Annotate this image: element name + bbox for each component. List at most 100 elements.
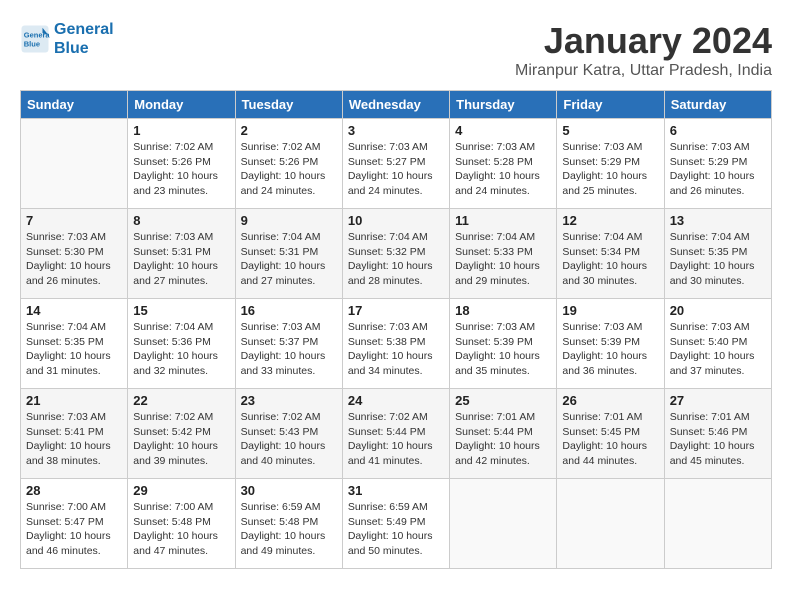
calendar-cell: 24 Sunrise: 7:02 AM Sunset: 5:44 PM Dayli… (342, 389, 449, 479)
day-number: 31 (348, 483, 444, 498)
day-detail: Sunrise: 7:01 AM Sunset: 5:46 PM Dayligh… (670, 410, 766, 469)
logo-icon: General Blue (20, 24, 50, 54)
weekday-header: Monday (128, 91, 235, 119)
day-detail: Sunrise: 7:02 AM Sunset: 5:43 PM Dayligh… (241, 410, 337, 469)
calendar-week-row: 14Sunrise: 7:04 AM Sunset: 5:35 PM Dayli… (21, 299, 772, 389)
calendar-cell: 25 Sunrise: 7:01 AM Sunset: 5:44 PM Dayli… (450, 389, 557, 479)
calendar-cell: 21 Sunrise: 7:03 AM Sunset: 5:41 PM Dayli… (21, 389, 128, 479)
page-header: General Blue General Blue January 2024 M… (20, 20, 772, 80)
calendar-cell: 31 Sunrise: 6:59 AM Sunset: 5:49 PM Dayli… (342, 479, 449, 569)
calendar-week-row: 1 Sunrise: 7:02 AM Sunset: 5:26 PM Daylig… (21, 119, 772, 209)
day-detail: Sunrise: 7:04 AM Sunset: 5:32 PM Dayligh… (348, 230, 444, 289)
day-number: 26 (562, 393, 658, 408)
day-detail: Sunrise: 7:03 AM Sunset: 5:39 PM Dayligh… (455, 320, 551, 379)
calendar-cell (21, 119, 128, 209)
weekday-header: Sunday (21, 91, 128, 119)
calendar-cell: 19Sunrise: 7:03 AM Sunset: 5:39 PM Dayli… (557, 299, 664, 389)
calendar-cell (664, 479, 771, 569)
day-detail: Sunrise: 7:04 AM Sunset: 5:35 PM Dayligh… (670, 230, 766, 289)
calendar-cell: 29Sunrise: 7:00 AM Sunset: 5:48 PM Dayli… (128, 479, 235, 569)
day-number: 30 (241, 483, 337, 498)
day-detail: Sunrise: 7:03 AM Sunset: 5:41 PM Dayligh… (26, 410, 122, 469)
calendar-cell: 18 Sunrise: 7:03 AM Sunset: 5:39 PM Dayli… (450, 299, 557, 389)
calendar-cell: 11 Sunrise: 7:04 AM Sunset: 5:33 PM Dayli… (450, 209, 557, 299)
calendar-cell: 3 Sunrise: 7:03 AM Sunset: 5:27 PM Daylig… (342, 119, 449, 209)
calendar-table: SundayMondayTuesdayWednesdayThursdayFrid… (20, 90, 772, 569)
day-number: 14 (26, 303, 122, 318)
day-number: 23 (241, 393, 337, 408)
calendar-cell: 7 Sunrise: 7:03 AM Sunset: 5:30 PM Daylig… (21, 209, 128, 299)
day-number: 11 (455, 213, 551, 228)
day-number: 2 (241, 123, 337, 138)
day-number: 22 (133, 393, 229, 408)
calendar-cell: 6Sunrise: 7:03 AM Sunset: 5:29 PM Daylig… (664, 119, 771, 209)
calendar-week-row: 21 Sunrise: 7:03 AM Sunset: 5:41 PM Dayli… (21, 389, 772, 479)
day-number: 17 (348, 303, 444, 318)
calendar-week-row: 28 Sunrise: 7:00 AM Sunset: 5:47 PM Dayli… (21, 479, 772, 569)
day-number: 13 (670, 213, 766, 228)
day-number: 4 (455, 123, 551, 138)
day-detail: Sunrise: 7:01 AM Sunset: 5:44 PM Dayligh… (455, 410, 551, 469)
calendar-cell: 14Sunrise: 7:04 AM Sunset: 5:35 PM Dayli… (21, 299, 128, 389)
title-area: January 2024 Miranpur Katra, Uttar Prade… (515, 20, 772, 80)
day-detail: Sunrise: 7:03 AM Sunset: 5:27 PM Dayligh… (348, 140, 444, 199)
day-detail: Sunrise: 7:03 AM Sunset: 5:38 PM Dayligh… (348, 320, 444, 379)
day-detail: Sunrise: 7:03 AM Sunset: 5:30 PM Dayligh… (26, 230, 122, 289)
day-number: 20 (670, 303, 766, 318)
day-number: 3 (348, 123, 444, 138)
calendar-cell: 26Sunrise: 7:01 AM Sunset: 5:45 PM Dayli… (557, 389, 664, 479)
day-number: 12 (562, 213, 658, 228)
day-number: 10 (348, 213, 444, 228)
day-number: 5 (562, 123, 658, 138)
calendar-cell: 12 Sunrise: 7:04 AM Sunset: 5:34 PM Dayli… (557, 209, 664, 299)
day-number: 18 (455, 303, 551, 318)
calendar-cell: 23 Sunrise: 7:02 AM Sunset: 5:43 PM Dayli… (235, 389, 342, 479)
day-detail: Sunrise: 7:03 AM Sunset: 5:39 PM Dayligh… (562, 320, 658, 379)
weekday-header: Thursday (450, 91, 557, 119)
day-detail: Sunrise: 7:04 AM Sunset: 5:33 PM Dayligh… (455, 230, 551, 289)
day-detail: Sunrise: 7:00 AM Sunset: 5:47 PM Dayligh… (26, 500, 122, 559)
day-detail: Sunrise: 6:59 AM Sunset: 5:49 PM Dayligh… (348, 500, 444, 559)
calendar-title: January 2024 (515, 20, 772, 62)
day-detail: Sunrise: 7:03 AM Sunset: 5:40 PM Dayligh… (670, 320, 766, 379)
day-detail: Sunrise: 7:03 AM Sunset: 5:28 PM Dayligh… (455, 140, 551, 199)
weekday-header: Saturday (664, 91, 771, 119)
day-number: 9 (241, 213, 337, 228)
day-detail: Sunrise: 6:59 AM Sunset: 5:48 PM Dayligh… (241, 500, 337, 559)
day-detail: Sunrise: 7:02 AM Sunset: 5:44 PM Dayligh… (348, 410, 444, 469)
calendar-cell: 9Sunrise: 7:04 AM Sunset: 5:31 PM Daylig… (235, 209, 342, 299)
calendar-cell: 8Sunrise: 7:03 AM Sunset: 5:31 PM Daylig… (128, 209, 235, 299)
calendar-cell: 10 Sunrise: 7:04 AM Sunset: 5:32 PM Dayli… (342, 209, 449, 299)
calendar-cell: 1 Sunrise: 7:02 AM Sunset: 5:26 PM Daylig… (128, 119, 235, 209)
calendar-subtitle: Miranpur Katra, Uttar Pradesh, India (515, 62, 772, 80)
calendar-cell: 20 Sunrise: 7:03 AM Sunset: 5:40 PM Dayli… (664, 299, 771, 389)
day-number: 21 (26, 393, 122, 408)
day-detail: Sunrise: 7:02 AM Sunset: 5:42 PM Dayligh… (133, 410, 229, 469)
calendar-cell (557, 479, 664, 569)
calendar-week-row: 7 Sunrise: 7:03 AM Sunset: 5:30 PM Daylig… (21, 209, 772, 299)
logo: General Blue General Blue (20, 20, 114, 58)
weekday-header-row: SundayMondayTuesdayWednesdayThursdayFrid… (21, 91, 772, 119)
day-detail: Sunrise: 7:03 AM Sunset: 5:31 PM Dayligh… (133, 230, 229, 289)
calendar-cell: 2Sunrise: 7:02 AM Sunset: 5:26 PM Daylig… (235, 119, 342, 209)
day-detail: Sunrise: 7:04 AM Sunset: 5:36 PM Dayligh… (133, 320, 229, 379)
calendar-cell: 30 Sunrise: 6:59 AM Sunset: 5:48 PM Dayli… (235, 479, 342, 569)
day-detail: Sunrise: 7:04 AM Sunset: 5:34 PM Dayligh… (562, 230, 658, 289)
logo-line2: Blue (54, 39, 114, 58)
svg-text:Blue: Blue (24, 40, 40, 49)
day-detail: Sunrise: 7:03 AM Sunset: 5:29 PM Dayligh… (670, 140, 766, 199)
calendar-cell: 27Sunrise: 7:01 AM Sunset: 5:46 PM Dayli… (664, 389, 771, 479)
day-number: 24 (348, 393, 444, 408)
calendar-cell: 17 Sunrise: 7:03 AM Sunset: 5:38 PM Dayli… (342, 299, 449, 389)
day-detail: Sunrise: 7:02 AM Sunset: 5:26 PM Dayligh… (133, 140, 229, 199)
day-number: 1 (133, 123, 229, 138)
day-number: 25 (455, 393, 551, 408)
day-number: 29 (133, 483, 229, 498)
day-number: 7 (26, 213, 122, 228)
calendar-cell: 15Sunrise: 7:04 AM Sunset: 5:36 PM Dayli… (128, 299, 235, 389)
weekday-header: Tuesday (235, 91, 342, 119)
day-number: 28 (26, 483, 122, 498)
calendar-cell: 4 Sunrise: 7:03 AM Sunset: 5:28 PM Daylig… (450, 119, 557, 209)
day-detail: Sunrise: 7:03 AM Sunset: 5:37 PM Dayligh… (241, 320, 337, 379)
calendar-cell: 16Sunrise: 7:03 AM Sunset: 5:37 PM Dayli… (235, 299, 342, 389)
